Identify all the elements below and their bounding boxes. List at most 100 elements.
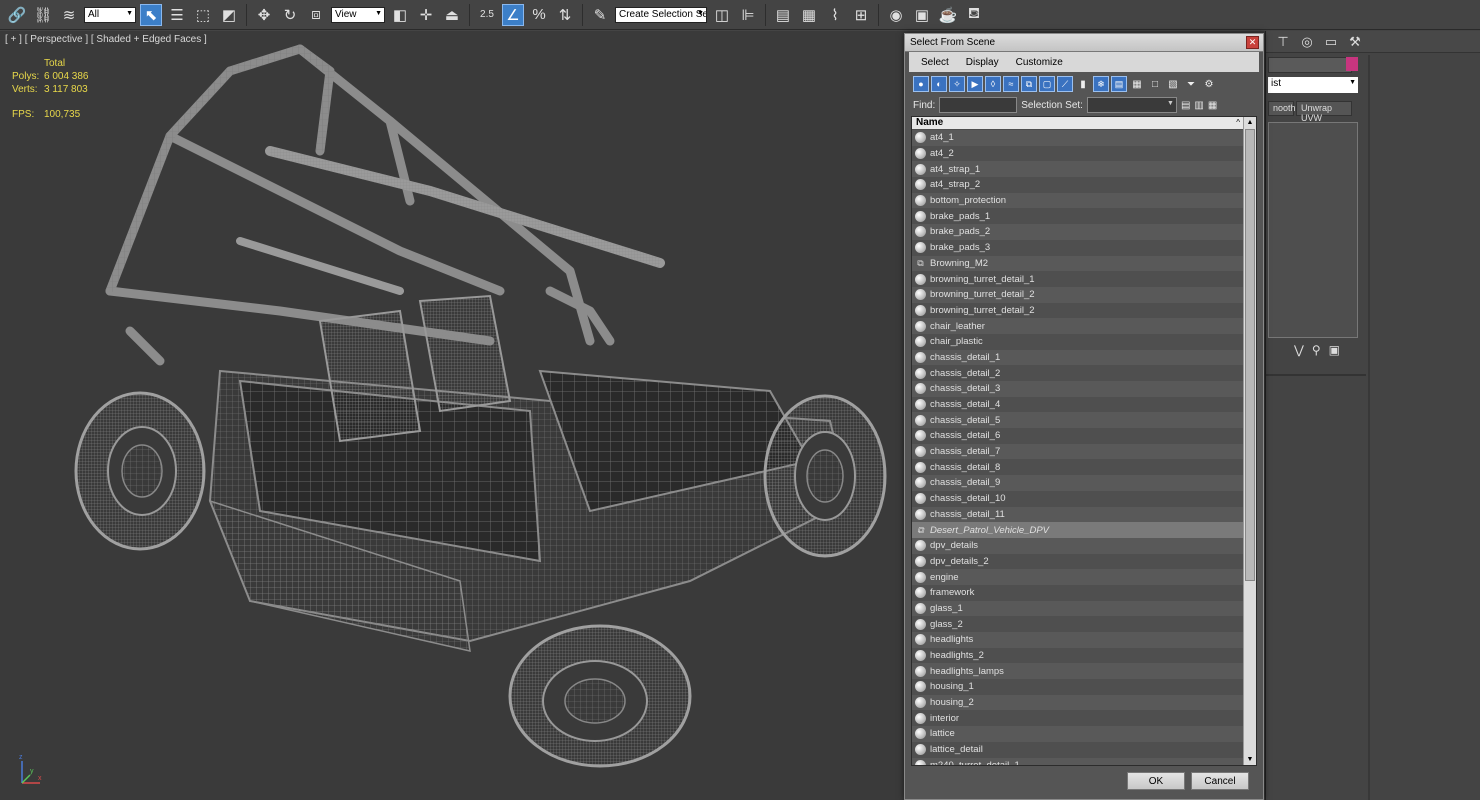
list-item[interactable]: chassis_detail_3	[912, 381, 1244, 397]
list-item[interactable]: chassis_detail_2	[912, 365, 1244, 381]
list-item[interactable]: dpv_details	[912, 537, 1244, 554]
dialog-titlebar[interactable]: Select From Scene ✕	[905, 34, 1263, 52]
containers-filter-icon[interactable]: ▮	[1075, 76, 1091, 92]
display-tab-icon[interactable]: ▭	[1322, 33, 1340, 51]
list-item[interactable]: engine	[912, 569, 1244, 585]
scroll-thumb[interactable]	[1245, 129, 1255, 581]
list-item[interactable]: headlights_lamps	[912, 663, 1244, 680]
helpers-filter-icon[interactable]: ◊	[985, 76, 1001, 92]
rectangular-selection-icon[interactable]: ⬚	[192, 4, 214, 26]
pivot-center-icon[interactable]: ◧	[389, 4, 411, 26]
list-item[interactable]: brake_pads_2	[912, 224, 1244, 240]
window-crossing-icon[interactable]: ◩	[218, 4, 240, 26]
list-item[interactable]: headlights_2	[912, 647, 1244, 664]
list-item[interactable]: brake_pads_1	[912, 208, 1244, 225]
list-item[interactable]: housing_1	[912, 679, 1244, 695]
menu-customize[interactable]: Customize	[1008, 57, 1072, 68]
schematic-view-icon[interactable]: ⊞	[850, 4, 872, 26]
render-teapot-icon[interactable]: ☕	[937, 4, 959, 26]
render-production-icon[interactable]: ⛾	[963, 4, 985, 26]
turbosmooth-button[interactable]: nooth	[1268, 101, 1296, 116]
list-item[interactable]: bottom_protection	[912, 192, 1244, 209]
spacewarps-filter-icon[interactable]: ≈	[1003, 76, 1019, 92]
list-item[interactable]: at4_2	[912, 145, 1244, 162]
motion-tab-icon[interactable]: ◎	[1298, 33, 1316, 51]
display-none-icon[interactable]: □	[1147, 76, 1163, 92]
list-item[interactable]: framework	[912, 584, 1244, 601]
pin-stack-icon[interactable]: ⋁	[1294, 343, 1304, 361]
select-manipulate-icon[interactable]: ✛	[415, 4, 437, 26]
list-item[interactable]: m240_turret_detail_1	[912, 757, 1244, 765]
list-item[interactable]: chassis_detail_7	[912, 443, 1244, 460]
select-by-name-icon[interactable]: ☰	[166, 4, 188, 26]
menu-select[interactable]: Select	[913, 57, 958, 68]
render-setup-icon[interactable]: ▣	[911, 4, 933, 26]
percent-snap-icon[interactable]: %	[528, 4, 550, 26]
xrefs-filter-icon[interactable]: ▢	[1039, 76, 1055, 92]
cancel-button[interactable]: Cancel	[1191, 772, 1249, 790]
list-item[interactable]: at4_1	[912, 130, 1244, 146]
selection-set-create-icon[interactable]: ▤	[1181, 100, 1190, 111]
curve-editor-icon[interactable]: ⌇	[824, 4, 846, 26]
snap-toggle-icon[interactable]: 2.5	[476, 4, 498, 26]
material-editor-icon[interactable]: ◉	[885, 4, 907, 26]
list-item[interactable]: chassis_detail_6	[912, 428, 1244, 444]
list-item[interactable]: chair_leather	[912, 318, 1244, 334]
hidden-filter-icon[interactable]: ▤	[1111, 76, 1127, 92]
hierarchy-tab-icon[interactable]: ⊤	[1274, 33, 1292, 51]
align-icon[interactable]: ⊫	[737, 4, 759, 26]
groups-filter-icon[interactable]: ⧉	[1021, 76, 1037, 92]
list-item[interactable]: at4_strap_1	[912, 161, 1244, 178]
selection-filter-select[interactable]: All	[84, 6, 136, 23]
list-item[interactable]: ⧉ Browning_M2	[912, 255, 1244, 272]
list-item[interactable]: browning_turret_detail_1	[912, 271, 1244, 287]
list-item[interactable]: browning_turret_detail_2	[912, 286, 1244, 303]
scene-object-list[interactable]: Name ^ at4_1 at4_2 at4_strap_1 at4_strap_2 b…	[911, 116, 1257, 766]
layer-manager-icon[interactable]: ▤	[772, 4, 794, 26]
scene-explorer-icon[interactable]: ▦	[798, 4, 820, 26]
name-column-header[interactable]: Name ^	[912, 117, 1256, 129]
list-item[interactable]: lattice_detail	[912, 741, 1244, 758]
list-item[interactable]: chassis_detail_5	[912, 412, 1244, 429]
angle-snap-icon[interactable]: ∠	[502, 3, 524, 26]
utilities-tab-icon[interactable]: ⚒	[1346, 33, 1364, 51]
list-item[interactable]: lattice	[912, 726, 1244, 742]
link-icon[interactable]: 🔗	[6, 4, 28, 26]
list-item[interactable]: ⧉ Desert_Patrol_Vehicle_DPV	[912, 522, 1244, 538]
edit-named-selection-icon[interactable]: ✎	[589, 4, 611, 26]
list-item[interactable]: glass_2	[912, 616, 1244, 632]
ok-button[interactable]: OK	[1127, 772, 1185, 790]
cameras-filter-icon[interactable]: ▶	[967, 76, 983, 92]
list-item[interactable]: chassis_detail_10	[912, 490, 1244, 507]
selection-set-remove-icon[interactable]: ▦	[1208, 100, 1217, 111]
list-item[interactable]: at4_strap_2	[912, 177, 1244, 193]
selection-set-select[interactable]	[1086, 97, 1177, 113]
close-button[interactable]: ✕	[1246, 36, 1259, 49]
find-input[interactable]	[939, 97, 1018, 113]
invert-display-icon[interactable]: ▧	[1165, 76, 1181, 92]
bones-filter-icon[interactable]: ⟋	[1057, 76, 1073, 92]
scroll-up-icon[interactable]: ▲	[1244, 117, 1256, 128]
list-item[interactable]: chassis_detail_1	[912, 349, 1244, 366]
bind-spacewarp-icon[interactable]: ≋	[58, 4, 80, 26]
named-selection-set-select[interactable]: Create Selection Se	[615, 6, 707, 23]
list-scrollbar[interactable]: ▲ ▼	[1243, 117, 1256, 765]
select-object-icon[interactable]: ⬉	[140, 3, 162, 26]
object-name-field[interactable]	[1268, 57, 1352, 73]
list-item[interactable]: glass_1	[912, 600, 1244, 617]
list-item[interactable]: housing_2	[912, 694, 1244, 711]
list-item[interactable]: dpv_details_2	[912, 553, 1244, 570]
list-item[interactable]: chassis_detail_9	[912, 475, 1244, 491]
menu-display[interactable]: Display	[958, 57, 1008, 68]
mirror-icon[interactable]: ◫	[711, 4, 733, 26]
rotate-icon[interactable]: ↻	[279, 4, 301, 26]
frozen-filter-icon[interactable]: ❄	[1093, 76, 1109, 92]
object-color-swatch[interactable]	[1346, 57, 1358, 71]
geometry-filter-icon[interactable]: ●	[913, 76, 929, 92]
list-item[interactable]: chassis_detail_11	[912, 506, 1244, 523]
list-item[interactable]: chassis_detail_4	[912, 396, 1244, 413]
lights-filter-icon[interactable]: ✧	[949, 76, 965, 92]
panel-divider[interactable]	[1368, 55, 1370, 800]
display-all-icon[interactable]: ▦	[1129, 76, 1145, 92]
list-item[interactable]: brake_pads_3	[912, 239, 1244, 256]
